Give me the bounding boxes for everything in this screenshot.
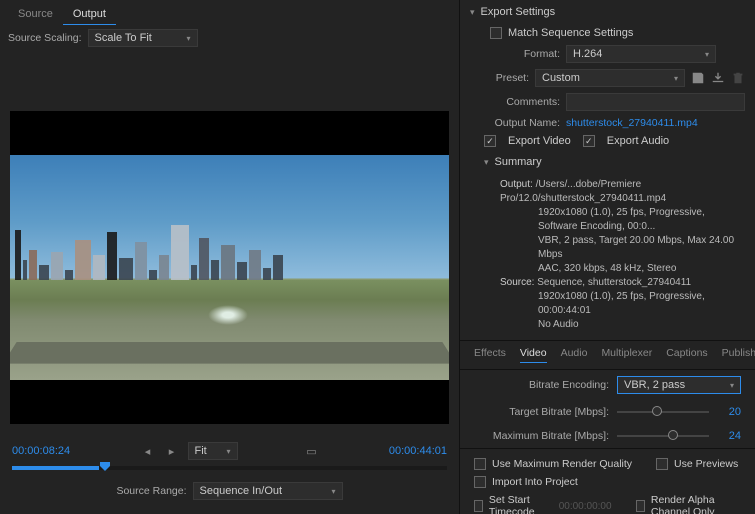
use-previews-checkbox[interactable]: [656, 458, 668, 470]
target-bitrate-label: Target Bitrate [Mbps]:: [474, 406, 609, 418]
source-scaling-label: Source Scaling:: [8, 32, 82, 44]
timeline-scrubber[interactable]: [12, 466, 447, 470]
export-settings-panel: ▾ Export Settings Match Sequence Setting…: [460, 0, 755, 514]
import-project-checkbox[interactable]: [474, 476, 486, 488]
use-previews-label: Use Previews: [674, 458, 738, 470]
subtab-audio[interactable]: Audio: [561, 347, 588, 363]
subtab-video[interactable]: Video: [520, 347, 547, 363]
zoom-fit-select[interactable]: Fit: [188, 442, 238, 460]
bitrate-encoding-select[interactable]: VBR, 2 pass: [617, 376, 741, 394]
output-name-link[interactable]: shutterstock_27940411.mp4: [566, 117, 698, 129]
step-back-icon[interactable]: ◂: [140, 443, 156, 459]
start-timecode-ghost: 00:00:00:00: [559, 501, 612, 512]
export-settings-header: Export Settings: [481, 6, 556, 18]
aspect-icon[interactable]: ▭: [304, 443, 320, 459]
format-label: Format:: [470, 48, 560, 60]
delete-preset-icon: [731, 70, 745, 86]
video-preview: [10, 111, 449, 424]
current-timecode[interactable]: 00:00:08:24: [12, 445, 70, 457]
subtab-publish[interactable]: Publish: [722, 347, 755, 363]
tab-source[interactable]: Source: [8, 4, 63, 25]
preset-select[interactable]: Custom: [535, 69, 685, 87]
import-project-label: Import Into Project: [492, 476, 578, 488]
source-scaling-select[interactable]: Scale To Fit: [88, 29, 198, 47]
start-timecode-label: Set Start Timecode: [489, 494, 551, 514]
subtab-effects[interactable]: Effects: [474, 347, 506, 363]
target-bitrate-value[interactable]: 20: [717, 406, 741, 418]
source-range-label: Source Range:: [116, 485, 186, 497]
export-audio-label: Export Audio: [607, 135, 669, 147]
start-timecode-checkbox[interactable]: [474, 500, 483, 512]
format-select[interactable]: H.264: [566, 45, 716, 63]
max-bitrate-label: Maximum Bitrate [Mbps]:: [474, 430, 609, 442]
max-render-label: Use Maximum Render Quality: [492, 458, 632, 470]
comments-input[interactable]: [566, 93, 745, 111]
chevron-down-icon[interactable]: ▾: [484, 157, 489, 168]
match-sequence-checkbox[interactable]: [490, 27, 502, 39]
summary-block: Output: /Users/...dobe/Premiere Pro/12.0…: [460, 174, 755, 340]
subtab-multiplexer[interactable]: Multiplexer: [601, 347, 652, 363]
comments-label: Comments:: [470, 96, 560, 108]
playhead-icon[interactable]: [99, 462, 111, 474]
import-preset-icon[interactable]: [711, 70, 725, 86]
duration-timecode: 00:00:44:01: [389, 445, 447, 457]
chevron-down-icon[interactable]: ▾: [470, 7, 475, 18]
render-alpha-checkbox[interactable]: [636, 500, 645, 512]
render-alpha-label: Render Alpha Channel Only: [651, 494, 741, 514]
max-bitrate-slider[interactable]: [617, 435, 709, 437]
output-name-label: Output Name:: [470, 117, 560, 129]
save-preset-icon[interactable]: [691, 70, 705, 86]
export-video-label: Export Video: [508, 135, 571, 147]
match-sequence-label: Match Sequence Settings: [508, 27, 633, 39]
tab-output[interactable]: Output: [63, 4, 116, 25]
source-range-select[interactable]: Sequence In/Out: [193, 482, 343, 500]
subtab-captions[interactable]: Captions: [666, 347, 707, 363]
max-render-checkbox[interactable]: [474, 458, 486, 470]
preview-panel: Source Output Source Scaling: Scale To F…: [0, 0, 460, 514]
preset-label: Preset:: [470, 72, 529, 84]
summary-header: Summary: [495, 156, 542, 168]
export-audio-checkbox[interactable]: [583, 135, 595, 147]
target-bitrate-slider[interactable]: [617, 411, 709, 413]
step-forward-icon[interactable]: ▸: [164, 443, 180, 459]
export-video-checkbox[interactable]: [484, 135, 496, 147]
bitrate-encoding-label: Bitrate Encoding:: [474, 379, 609, 391]
max-bitrate-value[interactable]: 24: [717, 430, 741, 442]
